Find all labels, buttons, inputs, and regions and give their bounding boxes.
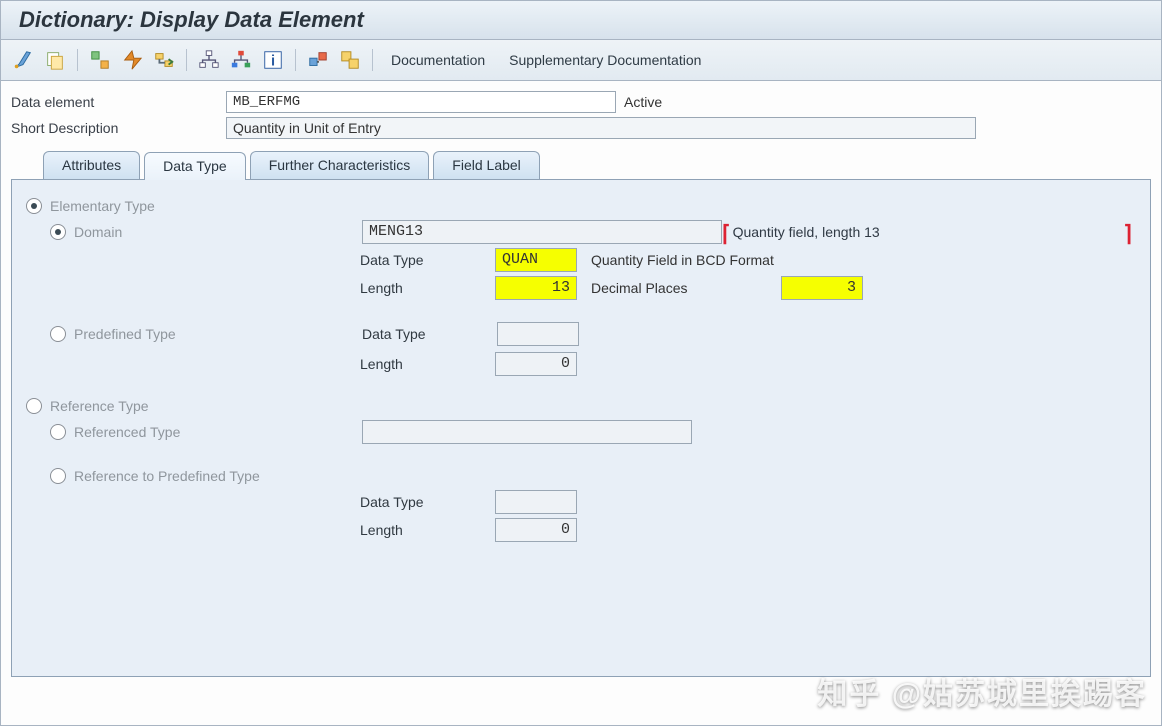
separator [372,49,373,71]
decimal-places-field: 3 [781,276,863,300]
separator [77,49,78,71]
where-used-icon[interactable] [150,46,178,74]
referenced-type-row[interactable]: Referenced Type [50,420,1136,444]
predefined-type-radio[interactable] [50,326,66,342]
domain-field[interactable]: MENG13 [362,220,722,244]
supplementary-doc-button[interactable]: Supplementary Documentation [499,48,711,72]
elementary-type-radio[interactable] [26,198,42,214]
ref-to-predef-row[interactable]: Reference to Predefined Type [50,468,1136,484]
tabstrip: Attributes Data Type Further Characteris… [1,151,1161,179]
reference-type-row[interactable]: Reference Type [26,398,1136,414]
hierarchy-color-icon[interactable] [227,46,255,74]
hierarchy-icon[interactable] [195,46,223,74]
elementary-type-radio-row[interactable]: Elementary Type [26,198,1136,214]
length-label: Length [360,280,495,296]
reference-type-label: Reference Type [50,398,149,414]
short-desc-field[interactable]: Quantity in Unit of Entry [226,117,976,139]
predef-data-type-label: Data Type [362,326,497,342]
separator [186,49,187,71]
toolbar: i Documentation Supplementary Documentat… [1,40,1161,81]
referenced-type-label: Referenced Type [74,424,362,440]
tab-data-type[interactable]: Data Type [144,152,246,180]
tab-field-label[interactable]: Field Label [433,151,540,179]
other-object-icon[interactable] [41,46,69,74]
status-text: Active [624,94,662,110]
info-icon[interactable]: i [259,46,287,74]
ref2-length-label: Length [360,522,495,538]
page-title: Dictionary: Display Data Element [19,7,1143,33]
length-field: 13 [495,276,577,300]
data-type-label: Data Type [360,252,495,268]
ref2-length-field: 0 [495,518,577,542]
predefined-type-row[interactable]: Predefined Type Data Type [50,322,1136,346]
ref-to-predef-radio[interactable] [50,468,66,484]
ref-to-predef-label: Reference to Predefined Type [74,468,260,484]
predef-length-label: Length [360,356,495,372]
domain-row: Domain MENG13 ⌈ Quantity field, length 1… [50,220,1136,244]
ref2-data-type-field [495,490,577,514]
documentation-button[interactable]: Documentation [381,48,495,72]
separator [295,49,296,71]
header-fields: Data element MB_ERFMG Active Short Descr… [1,81,1161,145]
data-type-panel: Elementary Type Domain MENG13 ⌈ Quantity… [11,179,1151,677]
decimal-places-label: Decimal Places [591,280,781,296]
tab-further-characteristics[interactable]: Further Characteristics [250,151,430,179]
predef-data-type-field [497,322,579,346]
data-type-field: QUAN [495,248,577,272]
predef-length-field: 0 [495,352,577,376]
svg-text:i: i [271,54,275,70]
elementary-type-label: Elementary Type [50,198,155,214]
data-element-field[interactable]: MB_ERFMG [226,91,616,113]
predefined-type-label: Predefined Type [74,326,362,342]
domain-label: Domain [74,224,362,240]
display-change-icon[interactable] [9,46,37,74]
ref2-data-type-label: Data Type [360,494,495,510]
short-desc-label: Short Description [11,120,226,136]
domain-radio[interactable] [50,224,66,240]
check-icon[interactable] [86,46,114,74]
activate-icon[interactable] [118,46,146,74]
referenced-type-radio[interactable] [50,424,66,440]
technical-icon[interactable] [336,46,364,74]
sap-dictionary-window: Dictionary: Display Data Element i Docum… [0,0,1162,726]
tab-attributes[interactable]: Attributes [43,151,140,179]
reference-type-radio[interactable] [26,398,42,414]
domain-desc: Quantity field, length 13 [733,224,880,240]
data-type-desc: Quantity Field in BCD Format [591,252,774,268]
title-bar: Dictionary: Display Data Element [1,1,1161,40]
append-icon[interactable] [304,46,332,74]
bracket-close-icon: ⌉ [1123,226,1132,242]
bracket-open-icon: ⌈ [722,226,731,242]
data-element-label: Data element [11,94,226,110]
referenced-type-field [362,420,692,444]
